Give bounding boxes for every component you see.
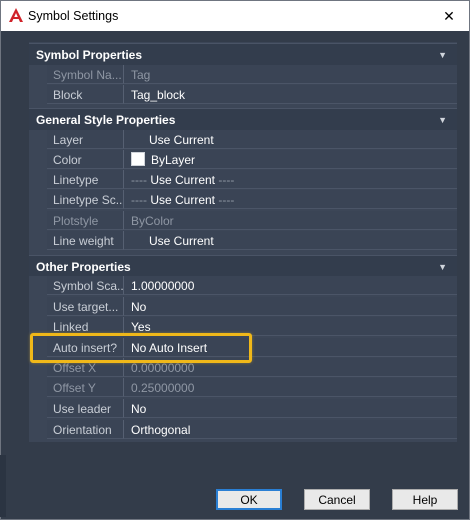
linetype-value: Use Current xyxy=(150,173,216,187)
property-value[interactable]: Use Current xyxy=(124,231,457,250)
section-title: Symbol Properties xyxy=(36,48,143,62)
property-value[interactable]: No xyxy=(124,399,457,418)
property-value[interactable]: Orthogonal xyxy=(124,420,457,439)
property-row-use-leader[interactable]: Use leader No xyxy=(29,399,457,419)
property-row-layer[interactable]: Layer Use Current xyxy=(29,130,457,150)
property-name: Use leader xyxy=(47,399,124,418)
property-value: 0.00000000 xyxy=(124,358,457,377)
property-value: 0.25000000 xyxy=(124,378,457,397)
property-value[interactable]: ByLayer xyxy=(124,150,457,169)
linetype-preview-right: ---- xyxy=(218,173,235,187)
property-row-plotstyle: Plotstyle ByColor xyxy=(29,211,457,231)
window-edge xyxy=(0,455,6,517)
property-row-offset-y: Offset Y 0.25000000 xyxy=(29,378,457,398)
property-value[interactable]: No Auto Insert xyxy=(124,338,457,357)
property-name: Color xyxy=(47,150,124,169)
property-row-symbol-scale[interactable]: Symbol Sca... 1.00000000 xyxy=(29,276,457,296)
property-row-symbol-name: Symbol Na... Tag xyxy=(29,65,457,85)
property-name: Linetype xyxy=(47,170,124,189)
linetype-scale-value: Use Current xyxy=(150,193,216,207)
property-row-offset-x: Offset X 0.00000000 xyxy=(29,358,457,378)
window-title: Symbol Settings xyxy=(28,9,119,23)
property-row-auto-insert[interactable]: Auto insert? No Auto Insert xyxy=(29,338,457,358)
property-name: Linetype Sc... xyxy=(47,190,124,209)
section-header-symbol-properties[interactable]: Symbol Properties ▼ xyxy=(29,43,457,65)
linetype-preview-left: ---- xyxy=(131,173,147,187)
title-bar: Symbol Settings ✕ xyxy=(1,1,469,31)
chevron-down-icon[interactable]: ▼ xyxy=(438,256,447,278)
property-value[interactable]: No xyxy=(124,297,457,316)
property-row-block[interactable]: Block Tag_block xyxy=(29,85,457,105)
property-row-line-weight[interactable]: Line weight Use Current xyxy=(29,231,457,251)
section-header-general-style-properties[interactable]: General Style Properties ▼ xyxy=(29,108,457,130)
property-value[interactable]: Use Current xyxy=(124,130,457,149)
section-title: General Style Properties xyxy=(36,113,176,127)
property-name: Orientation xyxy=(47,420,124,439)
property-name: Plotstyle xyxy=(47,211,124,230)
property-name: Symbol Na... xyxy=(47,65,124,84)
property-name: Symbol Sca... xyxy=(47,276,124,295)
color-value: ByLayer xyxy=(151,153,196,167)
property-name: Offset X xyxy=(47,358,124,377)
linetype-preview-left: ---- xyxy=(131,193,147,207)
property-row-use-target[interactable]: Use target... No xyxy=(29,297,457,317)
property-name: Linked xyxy=(47,317,124,336)
property-value[interactable]: Tag_block xyxy=(124,85,457,104)
close-button[interactable]: ✕ xyxy=(429,1,469,31)
section-title: Other Properties xyxy=(36,260,131,274)
property-value[interactable]: 1.00000000 xyxy=(124,276,457,295)
property-name: Block xyxy=(47,85,124,104)
autocad-a-icon xyxy=(9,8,23,22)
property-row-orientation[interactable]: Orientation Orthogonal xyxy=(29,420,457,440)
property-name: Use target... xyxy=(47,297,124,316)
help-button[interactable]: Help xyxy=(392,489,458,510)
property-row-color[interactable]: Color ByLayer xyxy=(29,150,457,170)
property-name: Offset Y xyxy=(47,378,124,397)
property-name: Auto insert? xyxy=(47,338,124,357)
property-value: Tag xyxy=(124,65,457,84)
property-value[interactable]: Yes xyxy=(124,317,457,336)
color-swatch xyxy=(131,152,145,166)
ok-button[interactable]: OK xyxy=(216,489,282,510)
property-row-linked[interactable]: Linked Yes xyxy=(29,317,457,337)
cancel-button[interactable]: Cancel xyxy=(304,489,370,510)
property-name: Layer xyxy=(47,130,124,149)
section-header-other-properties[interactable]: Other Properties ▼ xyxy=(29,255,457,277)
chevron-down-icon[interactable]: ▼ xyxy=(438,44,447,66)
property-row-linetype[interactable]: Linetype ---- Use Current ---- xyxy=(29,170,457,190)
property-name: Line weight xyxy=(47,231,124,250)
property-value: ByColor xyxy=(124,211,457,230)
property-value[interactable]: ---- Use Current ---- xyxy=(124,170,457,189)
linetype-preview-right: ---- xyxy=(218,193,235,207)
property-value[interactable]: ---- Use Current ---- xyxy=(124,190,457,209)
property-row-linetype-scale[interactable]: Linetype Sc... ---- Use Current ---- xyxy=(29,190,457,210)
chevron-down-icon[interactable]: ▼ xyxy=(438,109,447,131)
